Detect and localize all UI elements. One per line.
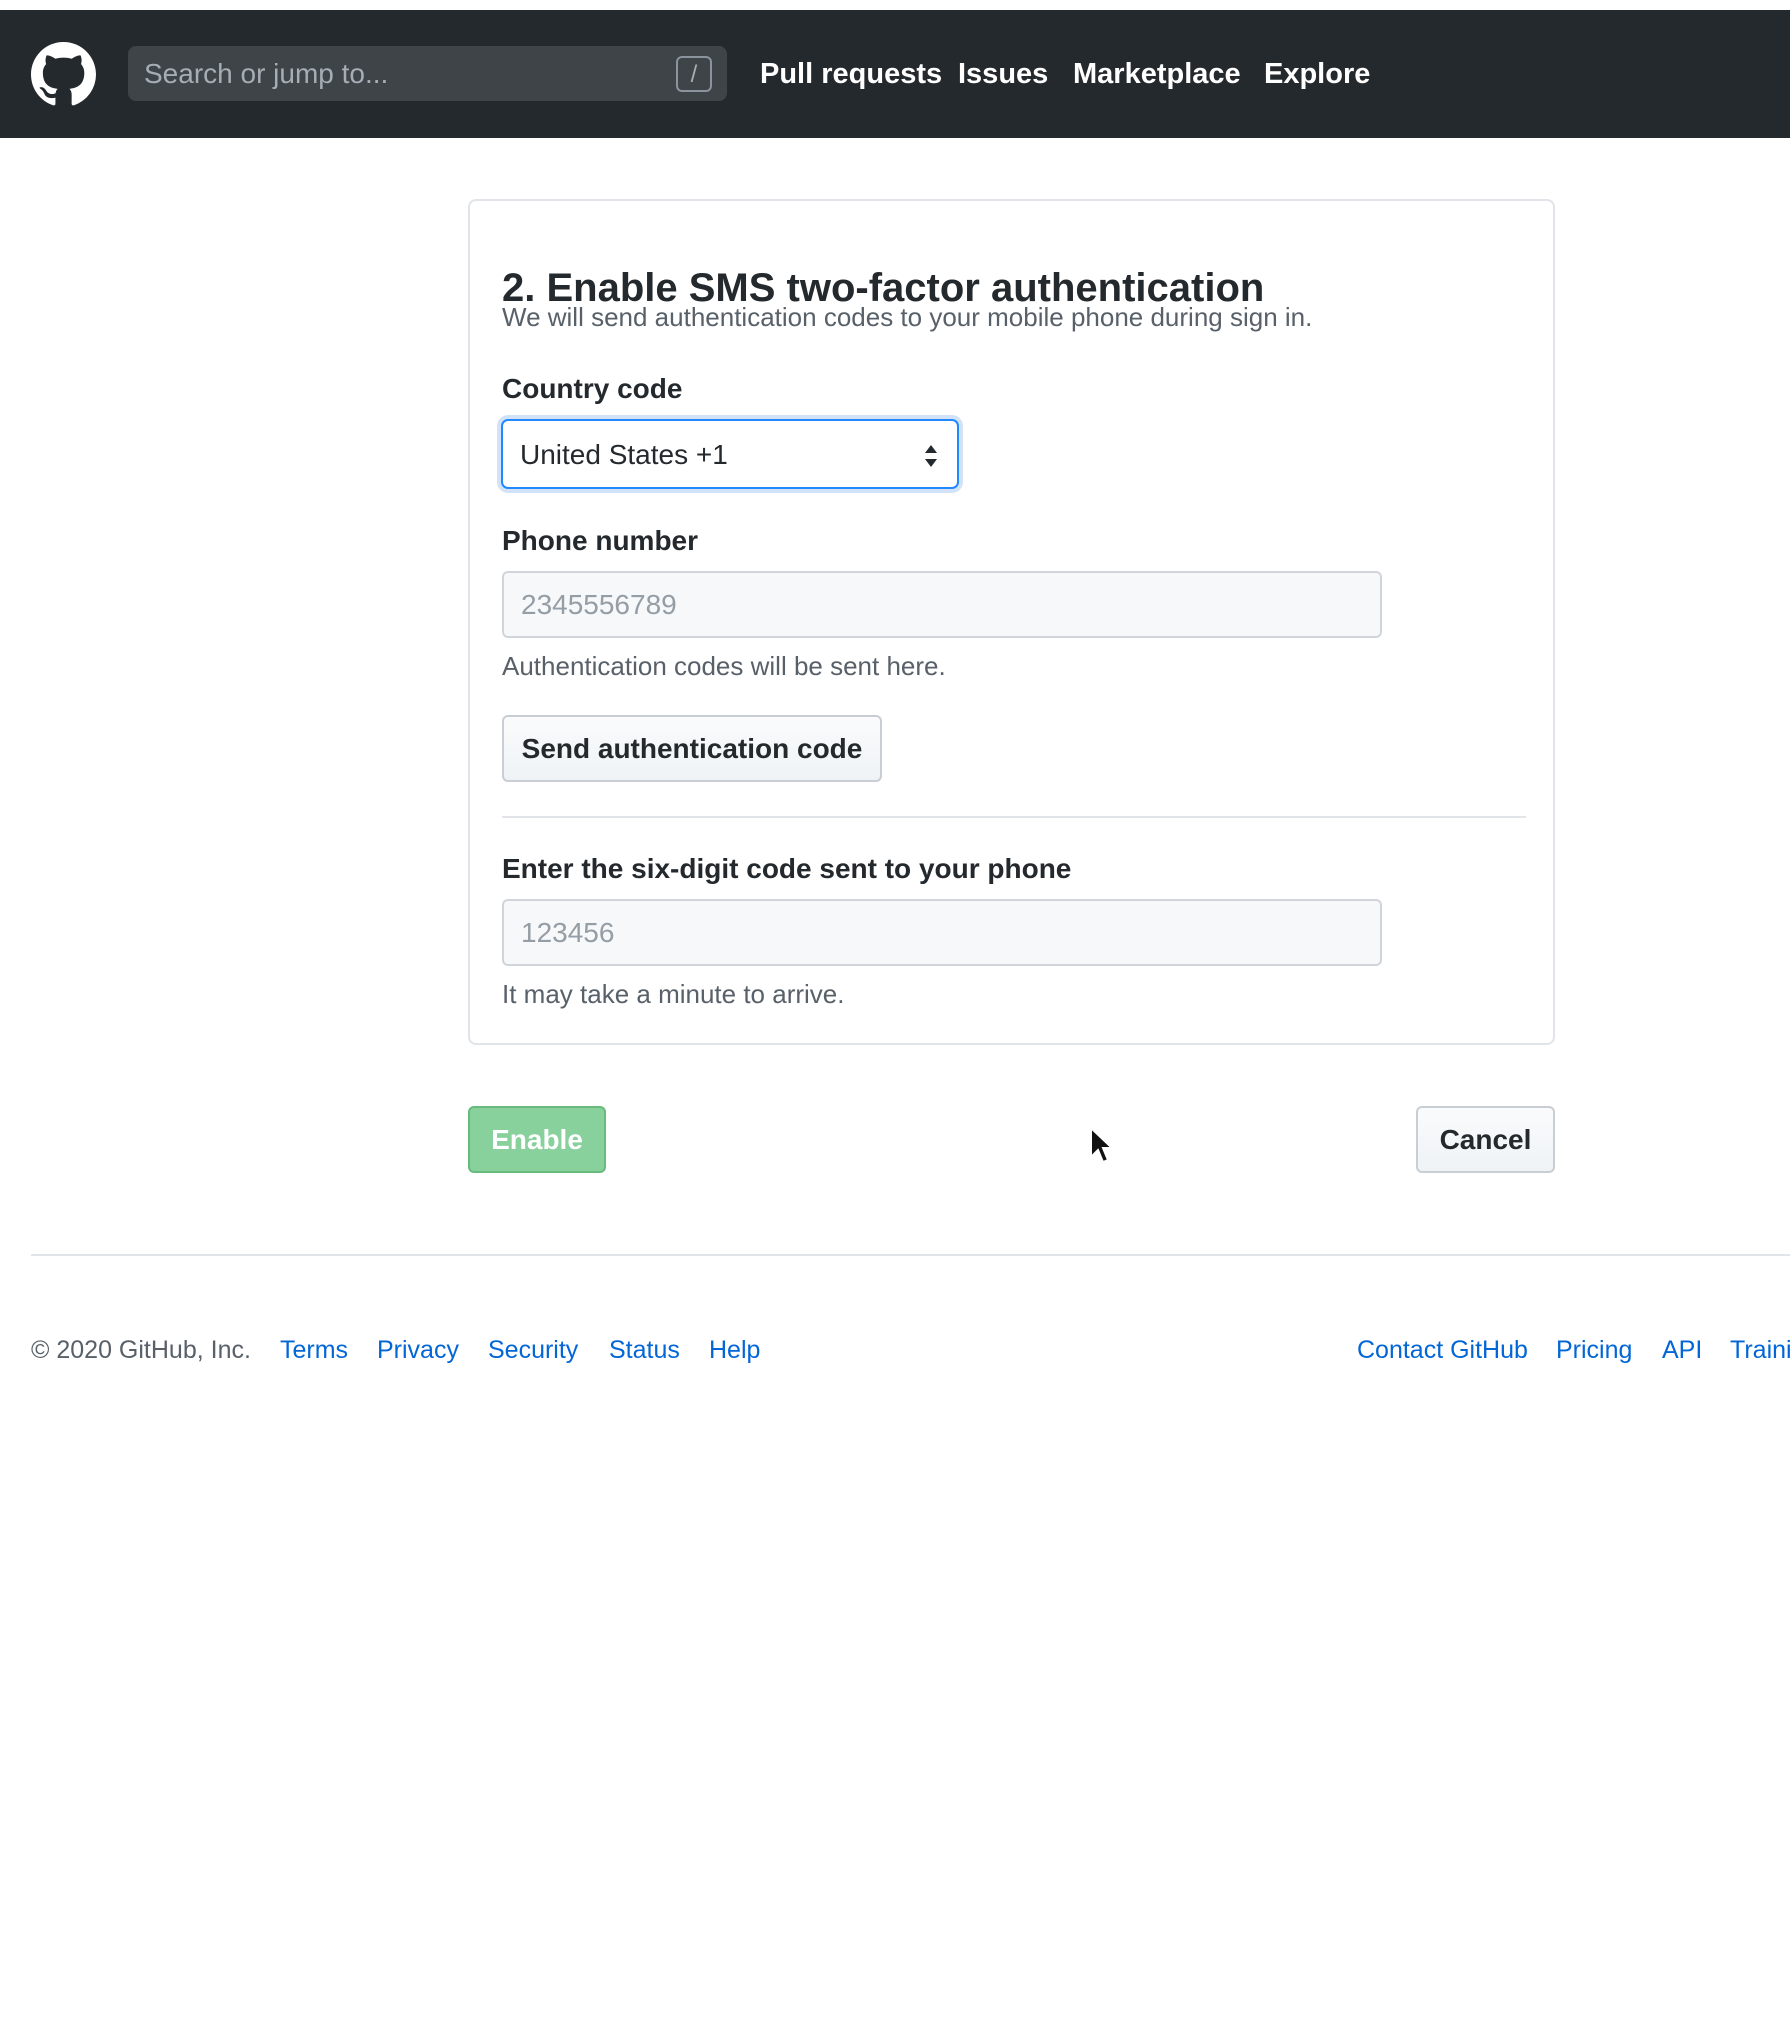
- country-code-selected-value: United States +1: [520, 439, 728, 470]
- six-digit-code-label: Enter the six-digit code sent to your ph…: [502, 853, 1072, 884]
- global-header: / Pull requests Issues Marketplace Explo…: [0, 10, 1790, 138]
- nav-marketplace[interactable]: Marketplace: [1073, 58, 1241, 91]
- footer-link-terms[interactable]: Terms: [280, 1336, 348, 1365]
- code-helper-text: It may take a minute to arrive.: [502, 979, 845, 1009]
- browser-page: / Pull requests Issues Marketplace Explo…: [0, 0, 1790, 2028]
- select-arrows-icon: [925, 445, 937, 467]
- country-code-label: Country code: [502, 373, 683, 404]
- footer-link-security[interactable]: Security: [488, 1336, 578, 1365]
- footer-link-contact-github[interactable]: Contact GitHub: [1357, 1336, 1528, 1365]
- nav-explore[interactable]: Explore: [1264, 58, 1370, 91]
- sms-2fa-setup-card: 2. Enable SMS two-factor authentication …: [468, 199, 1555, 1045]
- setup-description: We will send authentication codes to you…: [502, 302, 1313, 332]
- footer-link-privacy[interactable]: Privacy: [377, 1336, 459, 1365]
- phone-number-input[interactable]: [502, 571, 1382, 638]
- footer-link-api[interactable]: API: [1662, 1336, 1702, 1365]
- country-code-select[interactable]: United States +1: [501, 419, 959, 489]
- footer-link-status[interactable]: Status: [609, 1336, 680, 1365]
- cancel-button[interactable]: Cancel: [1416, 1106, 1555, 1173]
- search-box[interactable]: /: [128, 46, 727, 101]
- nav-issues[interactable]: Issues: [958, 58, 1048, 91]
- footer-link-help[interactable]: Help: [709, 1336, 760, 1365]
- github-octocat-icon[interactable]: [31, 42, 96, 107]
- footer-divider: [31, 1254, 1790, 1256]
- main-content: 2. Enable SMS two-factor authentication …: [0, 138, 1790, 2028]
- search-input[interactable]: [128, 46, 648, 101]
- enable-button[interactable]: Enable: [468, 1106, 606, 1173]
- six-digit-code-input[interactable]: [502, 899, 1382, 966]
- send-authentication-code-button[interactable]: Send authentication code: [502, 715, 882, 782]
- mouse-pointer-icon: [1090, 1126, 1113, 1164]
- section-divider: [502, 816, 1526, 818]
- search-shortcut-key: /: [676, 56, 712, 92]
- footer-copyright: © 2020 GitHub, Inc.: [31, 1336, 251, 1364]
- nav-pull-requests[interactable]: Pull requests: [760, 58, 942, 91]
- footer-link-training[interactable]: Traini: [1730, 1336, 1790, 1365]
- footer-link-pricing[interactable]: Pricing: [1556, 1336, 1632, 1365]
- top-whitespace: [0, 0, 1790, 10]
- phone-number-label: Phone number: [502, 525, 699, 556]
- phone-helper-text: Authentication codes will be sent here.: [502, 651, 946, 681]
